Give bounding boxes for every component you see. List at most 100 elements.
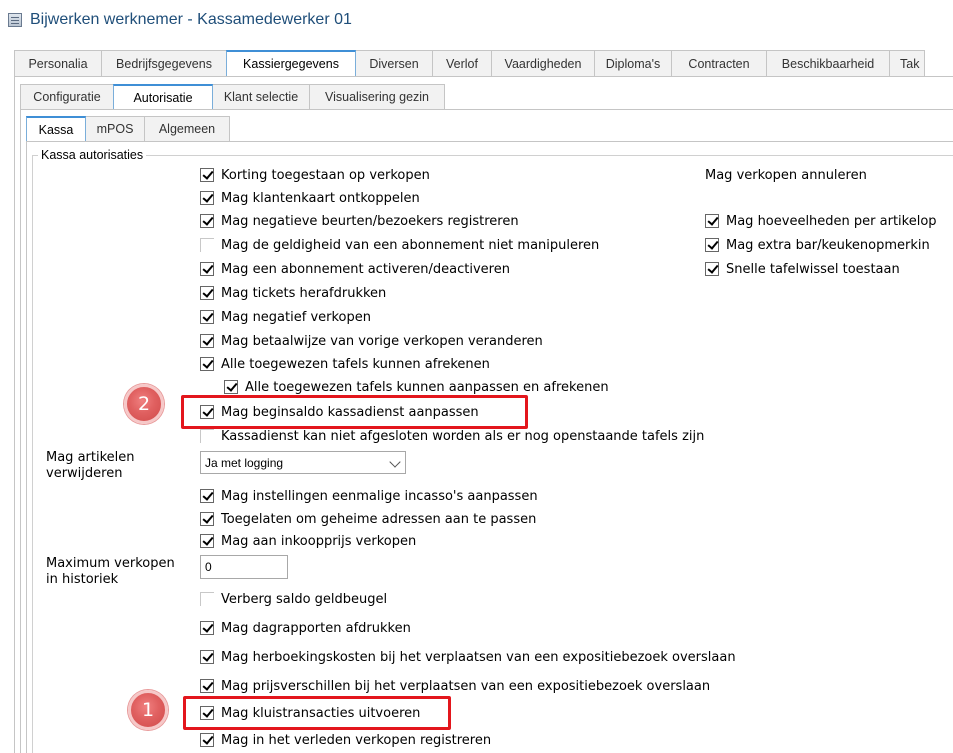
tab-verlof[interactable]: Verlof [432, 50, 492, 76]
checkbox-label: Verberg saldo geldbeugel [221, 591, 388, 607]
checkbox-negatieve-beurten[interactable]: Mag negatieve beurten/bezoekers registre… [200, 212, 519, 230]
delete-articles-select[interactable]: Ja met logging [200, 451, 406, 474]
checkbox-klantenkaart[interactable]: Mag klantenkaart ontkoppelen [200, 189, 420, 207]
checkbox-negatief-verkopen[interactable]: Mag negatief verkopen [200, 308, 371, 326]
checkbox-box[interactable] [200, 534, 214, 548]
max-sales-label-line1: Maximum verkopen [46, 556, 175, 571]
checkbox-box[interactable] [200, 679, 214, 693]
checkbox-box[interactable] [200, 310, 214, 324]
checkbox-box[interactable] [200, 429, 214, 443]
checkbox-box[interactable] [200, 334, 214, 348]
tab-personalia[interactable]: Personalia [14, 50, 102, 76]
tab-bedrijfsgegevens[interactable]: Bedrijfsgegevens [101, 50, 227, 76]
checkbox-box[interactable] [200, 168, 214, 182]
badge-1: 1 [128, 690, 168, 730]
window-title: Bijwerken werknemer - Kassamedewerker 01 [30, 11, 352, 28]
checkbox-label: Mag prijsverschillen bij het verplaatsen… [221, 678, 711, 694]
checkbox-box[interactable] [705, 262, 719, 276]
checkbox-label: Mag hoeveelheden per artikelop [726, 213, 937, 229]
checkbox-box[interactable] [224, 380, 238, 394]
checkbox-tafels-aanpassen[interactable]: Alle toegewezen tafels kunnen aanpassen … [224, 378, 609, 396]
checkbox-dagrapporten[interactable]: Mag dagrapporten afdrukken [200, 619, 411, 637]
badge-2: 2 [124, 384, 164, 424]
third-tab-frame [26, 141, 27, 753]
checkbox-box[interactable] [200, 650, 214, 664]
main-tabs: Personalia Bedrijfsgegevens Kassiergegev… [14, 50, 925, 76]
checkbox-label: Mag negatieve beurten/bezoekers registre… [221, 213, 519, 229]
tab-diversen[interactable]: Diversen [355, 50, 433, 76]
tab-klant-selectie[interactable]: Klant selectie [212, 84, 310, 109]
checkbox-label: Mag in het verleden verkopen registreren [221, 732, 492, 748]
tab-kassa[interactable]: Kassa [26, 116, 86, 141]
checkbox-tafelwissel[interactable]: Snelle tafelwissel toestaan [705, 260, 900, 278]
checkbox-tickets-herafdrukken[interactable]: Mag tickets herafdrukken [200, 284, 386, 302]
checkbox-box[interactable] [200, 621, 214, 635]
checkbox-geheime-adressen[interactable]: Toegelaten om geheime adressen aan te pa… [200, 510, 536, 528]
tab-mpos[interactable]: mPOS [85, 116, 145, 141]
checkbox-hoeveelheden[interactable]: Mag hoeveelheden per artikelop [705, 212, 937, 230]
window-title-bar: Bijwerken werknemer - Kassamedewerker 01 [8, 10, 352, 30]
max-sales-input[interactable]: 0 [200, 555, 288, 579]
checkbox-geldigheid-abonnement[interactable]: Mag de geldigheid van een abonnement nie… [200, 236, 599, 254]
tab-vaardigheden[interactable]: Vaardigheden [491, 50, 595, 76]
third-tabs-baseline [26, 141, 953, 142]
checkbox-extra-bar[interactable]: Mag extra bar/keukenopmerkin [705, 236, 930, 254]
checkbox-label: Mag een abonnement activeren/deactiveren [221, 261, 510, 277]
checkbox-incasso[interactable]: Mag instellingen eenmalige incasso's aan… [200, 487, 538, 505]
sub-tab-frame [20, 109, 21, 753]
checkbox-box[interactable] [200, 512, 214, 526]
tab-autorisatie[interactable]: Autorisatie [113, 84, 213, 109]
checkbox-label: Mag betaalwijze van vorige verkopen vera… [221, 333, 543, 349]
checkbox-label: Toegelaten om geheime adressen aan te pa… [221, 511, 537, 527]
checkbox-label: Kassadienst kan niet afgesloten worden a… [221, 428, 705, 444]
tab-visualisering-gezin[interactable]: Visualisering gezin [309, 84, 445, 109]
tab-configuratie[interactable]: Configuratie [20, 84, 114, 109]
main-tab-frame [14, 76, 15, 753]
checkbox-herboekingskosten[interactable]: Mag herboekingskosten bij het verplaatse… [200, 648, 736, 666]
checkbox-prijsverschillen[interactable]: Mag prijsverschillen bij het verplaatsen… [200, 677, 710, 695]
group-border-top [32, 155, 953, 156]
checkbox-box[interactable] [200, 733, 214, 747]
checkbox-kassadienst-afsluiten[interactable]: Kassadienst kan niet afgesloten worden a… [200, 427, 704, 445]
checkbox-box[interactable] [200, 262, 214, 276]
checkbox-box[interactable] [200, 191, 214, 205]
checkbox-korting[interactable]: Korting toegestaan op verkopen [200, 166, 430, 184]
checkbox-box[interactable] [200, 592, 214, 606]
checkbox-box[interactable] [200, 489, 214, 503]
checkbox-box[interactable] [705, 214, 719, 228]
checkbox-label: Snelle tafelwissel toestaan [726, 261, 900, 277]
tab-beschikbaarheid[interactable]: Beschikbaarheid [766, 50, 890, 76]
highlight-box-1 [183, 696, 451, 730]
checkbox-box[interactable] [200, 286, 214, 300]
checkbox-verleden-verkopen[interactable]: Mag in het verleden verkopen registreren [200, 731, 491, 749]
group-border-left [32, 155, 33, 753]
tab-tak[interactable]: Tak [889, 50, 925, 76]
tab-contracten[interactable]: Contracten [671, 50, 767, 76]
checkbox-label: Mag negatief verkopen [221, 309, 371, 325]
max-sales-label-line2: in historiek [46, 572, 119, 587]
delete-articles-label-line2: verwijderen [46, 466, 123, 481]
highlight-box-2 [181, 395, 528, 429]
checkbox-inkoopprijs[interactable]: Mag aan inkoopprijs verkopen [200, 532, 416, 550]
checkbox-box[interactable] [705, 238, 719, 252]
tab-algemeen[interactable]: Algemeen [144, 116, 230, 141]
sub-tabs-baseline [20, 109, 953, 110]
checkbox-label: Alle toegewezen tafels kunnen afrekenen [221, 356, 490, 372]
checkbox-label: Alle toegewezen tafels kunnen aanpassen … [245, 379, 609, 395]
checkbox-box[interactable] [200, 214, 214, 228]
chevron-down-icon[interactable] [389, 456, 401, 468]
right-column-header: Mag verkopen annuleren [705, 168, 867, 183]
window-icon [8, 13, 22, 27]
tab-diplomas[interactable]: Diploma's [594, 50, 672, 76]
checkbox-abonnement-activeren[interactable]: Mag een abonnement activeren/deactiveren [200, 260, 510, 278]
delete-articles-label: Mag artikelen verwijderen [46, 450, 135, 482]
checkbox-label: Mag herboekingskosten bij het verplaatse… [221, 649, 736, 665]
checkbox-box[interactable] [200, 238, 214, 252]
checkbox-tafels-afrekenen[interactable]: Alle toegewezen tafels kunnen afrekenen [200, 355, 490, 373]
checkbox-label: Mag instellingen eenmalige incasso's aan… [221, 488, 538, 504]
checkbox-box[interactable] [200, 357, 214, 371]
checkbox-betaalwijze[interactable]: Mag betaalwijze van vorige verkopen vera… [200, 332, 543, 350]
checkbox-label: Mag dagrapporten afdrukken [221, 620, 411, 636]
checkbox-saldo-geldbeugel[interactable]: Verberg saldo geldbeugel [200, 590, 387, 608]
tab-kassiergegevens[interactable]: Kassiergegevens [226, 50, 356, 76]
